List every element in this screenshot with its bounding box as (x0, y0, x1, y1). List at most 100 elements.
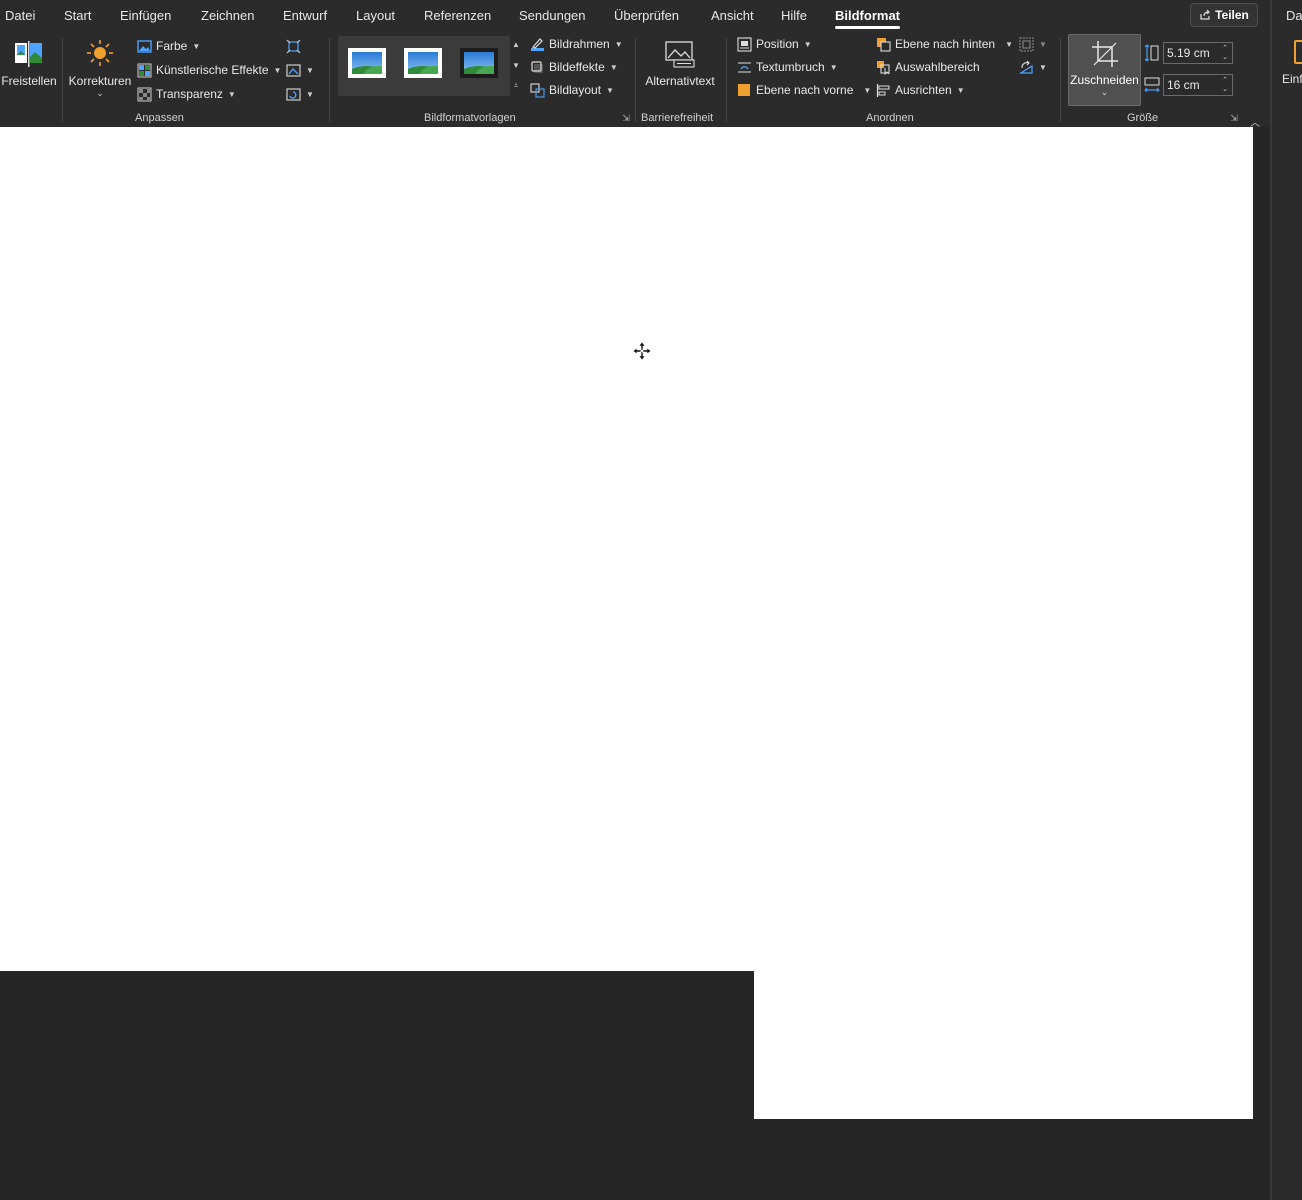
picture-effects-icon (531, 60, 543, 73)
auswahlbereich-label: Auswahlbereich (895, 60, 980, 74)
tab-bildformat[interactable]: Bildformat (835, 8, 900, 29)
tab-entwurf[interactable]: Entwurf (283, 8, 327, 23)
kuenstlerische-effekte-button[interactable]: Künstlerische Effekte ▼ (137, 60, 281, 80)
share-icon (1200, 9, 1210, 20)
textumbruch-button[interactable]: Textumbruch ▼ (737, 57, 838, 77)
barrierefreiheit-group-label: Barrierefreiheit (641, 112, 714, 124)
tab-ansicht[interactable]: Ansicht (711, 8, 754, 23)
spin-down-icon[interactable]: ⌄ (1220, 85, 1230, 94)
ribbon: Freistellen Korrekturen ⌄ Farbe ▼ Künstl… (0, 32, 1270, 129)
gallery-more-icon[interactable]: ⩡ (510, 77, 522, 95)
kuenstlerische-effekte-label: Künstlerische Effekte (156, 63, 269, 77)
tab-start[interactable]: Start (64, 8, 91, 23)
width-input[interactable]: 16 cm ⌃ ⌄ (1163, 74, 1233, 96)
chevron-down-icon: ▼ (614, 39, 623, 49)
bildlayout-button[interactable]: Bildlayout ▼ (530, 80, 614, 100)
dialog-launcher-icon[interactable]: ⇲ (1229, 113, 1239, 123)
group-objects-icon (1019, 37, 1034, 51)
picture-style-thumbnail[interactable] (348, 48, 386, 78)
bildeffekte-button[interactable]: Bildeffekte ▼ (530, 57, 618, 77)
picture-style-thumbnail[interactable] (404, 48, 442, 78)
group-objects-button[interactable]: ▼ (1019, 34, 1047, 54)
side-tab-label[interactable]: Dat (1286, 8, 1302, 23)
chevron-down-icon: ▼ (803, 39, 812, 49)
rotate-icon (1019, 60, 1033, 74)
korrekturen-label: Korrekturen (68, 74, 132, 88)
tab-ueberpruefen[interactable]: Überprüfen (614, 8, 679, 23)
chevron-down-icon: ▼ (306, 89, 314, 99)
tab-einfuegen[interactable]: Einfügen (120, 8, 171, 23)
anordnen-group-label: Anordnen (866, 112, 914, 124)
artistic-effects-icon (137, 63, 152, 77)
chevron-down-icon: ▼ (306, 65, 314, 75)
chevron-down-icon: ▼ (1005, 39, 1014, 49)
ebene-nach-vorne-button[interactable]: Ebene nach vorne ▼ (737, 80, 871, 100)
position-label: Position (756, 37, 799, 51)
rotate-button[interactable]: ▼ (1019, 57, 1047, 77)
bring-forward-icon (738, 83, 750, 96)
farbe-button[interactable]: Farbe ▼ (137, 36, 200, 56)
ausrichten-button[interactable]: Ausrichten ▼ (876, 80, 965, 100)
bildeffekte-label: Bildeffekte (549, 60, 605, 74)
ebene-nach-hinten-button[interactable]: Ebene nach hinten ▼ (876, 34, 1013, 54)
korrekturen-button[interactable]: Korrekturen ⌄ (66, 36, 134, 98)
chevron-down-icon: ⌄ (96, 88, 104, 98)
chevron-down-icon: ▼ (227, 89, 236, 99)
chevron-down-icon: ▼ (829, 62, 838, 72)
selection-pane-icon (877, 60, 890, 75)
chevron-down-icon: ▼ (863, 85, 872, 95)
tab-sendungen[interactable]: Sendungen (519, 8, 586, 23)
share-label: Teilen (1215, 8, 1249, 22)
zuschneiden-button[interactable]: Zuschneiden ⌄ (1068, 34, 1141, 106)
picture-color-icon (137, 39, 152, 53)
height-value: 5.19 cm (1167, 46, 1210, 60)
tab-referenzen[interactable]: Referenzen (424, 8, 491, 23)
ebene-nach-vorne-label: Ebene nach vorne (756, 83, 854, 97)
vertical-scrollbar[interactable] (1253, 127, 1270, 1200)
height-input[interactable]: 5.19 cm ⌃ ⌄ (1163, 42, 1233, 64)
freistellen-label: Freistellen (1, 74, 57, 88)
tab-hilfe[interactable]: Hilfe (781, 8, 807, 23)
transparenz-button[interactable]: Transparenz ▼ (137, 84, 236, 104)
ausrichten-label: Ausrichten (895, 83, 952, 97)
alt-text-icon (665, 41, 695, 68)
chevron-down-icon: ▼ (609, 62, 618, 72)
position-button[interactable]: Position ▼ (737, 34, 812, 54)
share-button[interactable]: Teilen (1190, 3, 1258, 27)
tab-datei[interactable]: Datei (5, 8, 35, 23)
alternativtext-button[interactable]: Alternativtext (640, 36, 720, 88)
second-window-edge: Dat Einf (1270, 0, 1302, 1200)
chevron-down-icon: ▼ (273, 65, 282, 75)
reset-picture-button[interactable]: ▼ (286, 84, 314, 104)
chevron-down-icon: ▼ (606, 85, 614, 95)
compress-pictures-button[interactable] (286, 36, 301, 56)
gallery-scroll-down-icon[interactable]: ▼ (510, 57, 522, 75)
dialog-launcher-icon[interactable]: ⇲ (621, 113, 631, 123)
transparency-icon (137, 87, 152, 101)
groesse-group-label: Größe (1127, 112, 1159, 124)
anpassen-group-label: Anpassen (135, 112, 184, 124)
tab-layout[interactable]: Layout (356, 8, 395, 23)
tab-zeichnen[interactable]: Zeichnen (201, 8, 254, 23)
bildrahmen-button[interactable]: Bildrahmen ▼ (530, 34, 623, 54)
auswahlbereich-button[interactable]: Auswahlbereich (876, 57, 980, 77)
change-picture-button[interactable]: ▼ (286, 60, 314, 80)
side-button-label[interactable]: Einf (1282, 72, 1302, 86)
wrap-text-icon (738, 62, 751, 72)
gallery-scroll-up-icon[interactable]: ▲ (510, 36, 522, 54)
picture-style-thumbnail[interactable] (460, 48, 498, 78)
move-cursor-icon (633, 342, 651, 360)
alternativtext-label: Alternativtext (645, 74, 715, 88)
document-page[interactable] (754, 971, 1253, 1119)
picture-border-icon (531, 37, 544, 51)
bildformatvorlagen-group-label: Bildformatvorlagen (424, 112, 516, 124)
freistellen-button[interactable]: Freistellen (0, 36, 58, 88)
spin-up-icon[interactable]: ⌃ (1220, 76, 1230, 85)
compress-pictures-icon (286, 39, 301, 53)
picture-layout-icon (530, 82, 545, 98)
align-icon (876, 83, 890, 97)
shape-width-icon (1144, 77, 1160, 93)
document-page[interactable] (0, 127, 1253, 971)
spin-down-icon[interactable]: ⌄ (1220, 53, 1230, 62)
spin-up-icon[interactable]: ⌃ (1220, 44, 1230, 53)
